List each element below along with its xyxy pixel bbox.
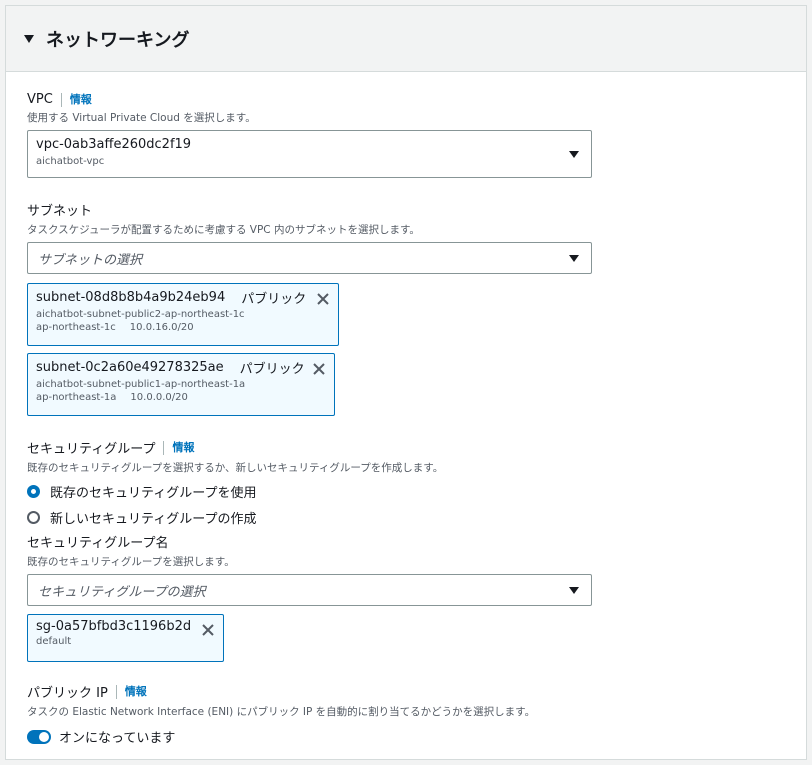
security-group-label: セキュリティグループ bbox=[27, 442, 156, 457]
public-ip-label: パブリック IP bbox=[27, 686, 108, 701]
section-title: ネットワーキング bbox=[46, 29, 190, 51]
subnet-token: subnet-0c2a60e49278325ae パブリック aichatbot… bbox=[27, 353, 335, 416]
subnet-label: サブネット bbox=[27, 204, 93, 219]
security-group-description: 既存のセキュリティグループを選択するか、新しいセキュリティグループを作成します。 bbox=[27, 462, 444, 474]
subnet-token-az: ap-northeast-1c bbox=[36, 322, 116, 333]
subnet-token-cidr: 10.0.0.0/20 bbox=[130, 392, 188, 403]
radio-new-security-group[interactable]: 新しいセキュリティグループの作成 bbox=[27, 508, 785, 527]
security-group-token-id: sg-0a57bfbd3c1196b2d bbox=[36, 619, 192, 634]
dropdown-caret-icon bbox=[569, 587, 579, 594]
vpc-select[interactable]: vpc-0ab3affe260dc2f19 aichatbot-vpc bbox=[27, 130, 592, 178]
subnet-token-az: ap-northeast-1a bbox=[36, 392, 117, 403]
section-header[interactable]: ネットワーキング bbox=[6, 6, 806, 72]
close-icon[interactable] bbox=[201, 623, 215, 637]
subnet-token-id: subnet-0c2a60e49278325ae bbox=[36, 360, 224, 375]
radio-selected-icon[interactable] bbox=[27, 485, 40, 498]
subnet-description: タスクスケジューラが配置するために考慮する VPC 内のサブネットを選択します。 bbox=[27, 224, 420, 236]
subnet-token-type: パブリック bbox=[241, 292, 307, 307]
security-group-placeholder: セキュリティグループの選択 bbox=[38, 584, 206, 600]
security-group-token: sg-0a57bfbd3c1196b2d default bbox=[27, 614, 224, 662]
radio-new-label: 新しいセキュリティグループの作成 bbox=[50, 512, 257, 527]
subnet-token-name: aichatbot-subnet-public1-ap-northeast-1a bbox=[36, 379, 246, 390]
vpc-selected-name: aichatbot-vpc bbox=[36, 156, 105, 167]
security-group-name-description: 既存のセキュリティグループを選択します。 bbox=[27, 556, 235, 568]
radio-unselected-icon[interactable] bbox=[27, 511, 40, 524]
public-ip-info-link[interactable]: 情報 bbox=[115, 684, 147, 699]
subnet-token-cidr: 10.0.16.0/20 bbox=[129, 322, 194, 333]
subnet-select[interactable]: サブネットの選択 bbox=[27, 242, 592, 274]
subnet-token-id: subnet-08d8b8b4a9b24eb94 bbox=[36, 290, 226, 305]
close-icon[interactable] bbox=[312, 362, 326, 376]
public-ip-toggle-label: オンになっています bbox=[59, 731, 176, 746]
public-ip-description: タスクの Elastic Network Interface (ENI) にパブ… bbox=[27, 706, 536, 718]
subnet-token-name: aichatbot-subnet-public2-ap-northeast-1c bbox=[36, 309, 245, 320]
vpc-info-link[interactable]: 情報 bbox=[60, 92, 92, 107]
public-ip-toggle-row[interactable]: オンになっています bbox=[27, 727, 785, 746]
caret-down-icon[interactable] bbox=[24, 34, 34, 43]
radio-existing-security-group[interactable]: 既存のセキュリティグループを使用 bbox=[27, 482, 785, 501]
vpc-description: 使用する Virtual Private Cloud を選択します。 bbox=[27, 112, 256, 124]
networking-panel: ネットワーキング VPC 情報 使用する Virtual Private Clo… bbox=[5, 5, 807, 760]
subnet-placeholder: サブネットの選択 bbox=[38, 252, 143, 268]
subnet-token: subnet-08d8b8b4a9b24eb94 パブリック aichatbot… bbox=[27, 283, 339, 346]
dropdown-caret-icon bbox=[569, 151, 579, 158]
subnet-token-type: パブリック bbox=[239, 362, 305, 377]
close-icon[interactable] bbox=[316, 292, 330, 306]
radio-existing-label: 既存のセキュリティグループを使用 bbox=[50, 486, 257, 501]
vpc-label: VPC bbox=[27, 92, 53, 107]
vpc-selected-id: vpc-0ab3affe260dc2f19 bbox=[36, 137, 192, 152]
security-group-token-name: default bbox=[36, 636, 72, 647]
public-ip-toggle[interactable] bbox=[27, 729, 51, 744]
security-group-select[interactable]: セキュリティグループの選択 bbox=[27, 574, 592, 606]
dropdown-caret-icon bbox=[569, 255, 579, 262]
security-group-name-label: セキュリティグループ名 bbox=[27, 536, 169, 551]
security-group-info-link[interactable]: 情報 bbox=[163, 440, 194, 455]
